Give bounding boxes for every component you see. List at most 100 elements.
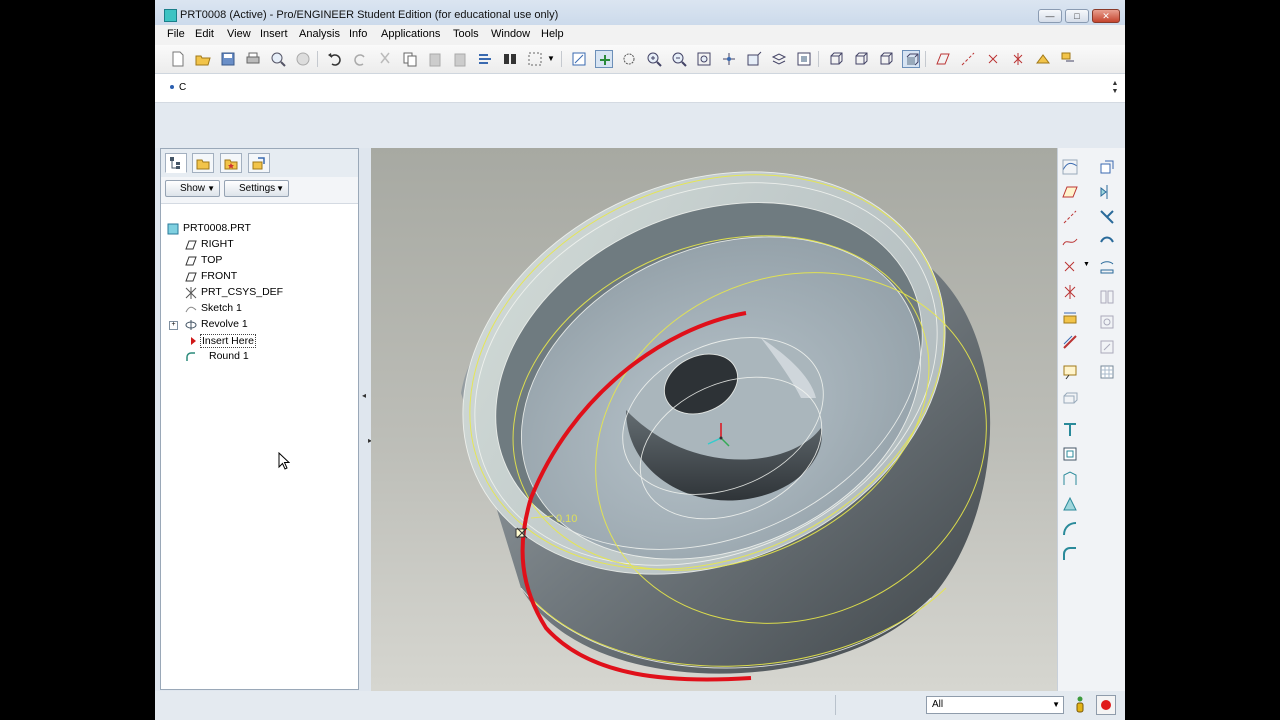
select-box-button[interactable] <box>526 50 544 68</box>
menu-file[interactable]: File <box>167 28 185 40</box>
minimize-button[interactable]: — <box>1038 9 1062 23</box>
tree-item-round[interactable]: Round 1 <box>161 349 351 365</box>
datum-plane-display-button[interactable] <box>934 50 952 68</box>
trim-tool-button[interactable] <box>1098 233 1116 251</box>
settings-button[interactable]: Settings ▼ <box>224 180 289 197</box>
expand-icon[interactable]: + <box>169 321 178 330</box>
datum-axis-display-button[interactable] <box>959 50 977 68</box>
regenerate-button[interactable] <box>476 50 494 68</box>
save-button[interactable] <box>219 50 237 68</box>
paste-special-button[interactable] <box>451 50 469 68</box>
print-button[interactable] <box>244 50 262 68</box>
redo-button[interactable] <box>351 50 369 68</box>
datum-curve-tool-button[interactable] <box>1061 233 1079 251</box>
menu-tools[interactable]: Tools <box>453 28 479 40</box>
csys-tool-button[interactable] <box>1061 283 1079 301</box>
find-button[interactable] <box>501 50 519 68</box>
show-button[interactable]: Show ▼ <box>165 180 220 197</box>
chevron-down-icon[interactable]: ▼ <box>547 54 555 63</box>
cut-button[interactable] <box>376 50 394 68</box>
annotation-display-button[interactable] <box>1034 50 1052 68</box>
tree-item-right[interactable]: RIGHT <box>161 237 351 253</box>
analysis-tool-button[interactable] <box>1061 308 1079 326</box>
merge-tool-button[interactable] <box>1098 208 1116 226</box>
extend-tool-button[interactable] <box>1098 258 1116 276</box>
menu-insert[interactable]: Insert <box>260 28 288 40</box>
graphics-viewport[interactable]: 0.10 <box>371 148 1057 691</box>
print-preview-button[interactable] <box>269 50 287 68</box>
layers-button[interactable] <box>770 50 788 68</box>
paste-button[interactable] <box>426 50 444 68</box>
close-button[interactable]: ✕ <box>1092 9 1120 23</box>
round-tool-button[interactable] <box>1061 545 1079 563</box>
spin-center-button[interactable] <box>595 50 613 68</box>
datum-axis-tool-button[interactable] <box>1061 208 1079 226</box>
menu-info[interactable]: Info <box>349 28 367 40</box>
tree-item-label: PRT_CSYS_DEF <box>201 286 284 298</box>
message-scroll-arrows[interactable]: ▲ ▼ <box>1111 80 1119 96</box>
orient-mode-button[interactable] <box>620 50 638 68</box>
selection-filter-select[interactable]: All ▼ <box>926 696 1064 714</box>
shading-button[interactable] <box>902 50 920 68</box>
tree-item-csys[interactable]: PRT_CSYS_DEF <box>161 285 351 301</box>
open-file-button[interactable] <box>194 50 212 68</box>
rib-tool-button[interactable] <box>1061 495 1079 513</box>
tree-item-revolve[interactable]: + Revolve 1 <box>161 317 351 333</box>
thicken-tool-button[interactable] <box>1098 313 1116 331</box>
repaint-button[interactable] <box>570 50 588 68</box>
project-tool-button[interactable] <box>1098 363 1116 381</box>
reorient-button[interactable] <box>720 50 738 68</box>
chevron-left-icon[interactable]: ◂ <box>362 391 366 400</box>
csys-display-button[interactable] <box>1009 50 1027 68</box>
no-hidden-button[interactable] <box>877 50 895 68</box>
pattern-tool-button[interactable] <box>1061 333 1079 351</box>
select-filter-button[interactable] <box>1059 50 1077 68</box>
wireframe-button[interactable] <box>827 50 845 68</box>
draft-tool-button[interactable] <box>1061 520 1079 538</box>
mirror-tool-button[interactable] <box>1098 183 1116 201</box>
offset-tool-button[interactable] <box>1098 288 1116 306</box>
tree-item-front[interactable]: FRONT <box>161 269 351 285</box>
zoom-in-button[interactable] <box>645 50 663 68</box>
tree-item-sketch[interactable]: Sketch 1 <box>161 301 351 317</box>
refit-button[interactable] <box>695 50 713 68</box>
menu-window[interactable]: Window <box>491 28 530 40</box>
tab-connections[interactable] <box>248 153 270 173</box>
tree-item-top[interactable]: TOP <box>161 253 351 269</box>
navigator-splitter[interactable]: ◂ ▸ <box>359 148 372 690</box>
menu-applications[interactable]: Applications <box>381 28 440 40</box>
extrude-tool-button[interactable] <box>1061 388 1079 406</box>
undo-button[interactable] <box>326 50 344 68</box>
revolve-tool-button[interactable] <box>1061 420 1079 438</box>
tab-model-tree[interactable] <box>165 153 187 173</box>
tree-item-part[interactable]: PRT0008.PRT <box>161 221 351 237</box>
new-file-button[interactable] <box>169 50 187 68</box>
maximize-button[interactable]: □ <box>1065 9 1089 23</box>
view-manager-button[interactable] <box>795 50 813 68</box>
shell-tool-button[interactable] <box>1061 470 1079 488</box>
menu-help[interactable]: Help <box>541 28 564 40</box>
datum-point-tool-button[interactable] <box>1061 258 1079 276</box>
datum-point-display-button[interactable] <box>984 50 1002 68</box>
tree-item-label: TOP <box>201 254 223 266</box>
tab-folder-browser[interactable] <box>192 153 214 173</box>
saved-views-button[interactable] <box>745 50 763 68</box>
sketch-tool-button[interactable] <box>1061 158 1079 176</box>
chevron-down-icon[interactable]: ▼ <box>1083 261 1090 268</box>
menu-edit[interactable]: Edit <box>195 28 214 40</box>
menu-analysis[interactable]: Analysis <box>299 28 340 40</box>
zoom-out-button[interactable] <box>670 50 688 68</box>
stop-button[interactable] <box>1096 695 1116 715</box>
note-tool-button[interactable] <box>1061 363 1079 381</box>
tree-item-label: Revolve 1 <box>201 318 248 330</box>
datum-plane-tool-button[interactable] <box>1061 183 1079 201</box>
solidify-tool-button[interactable] <box>1098 338 1116 356</box>
tab-favorites[interactable] <box>220 153 242 173</box>
hole-tool-button[interactable] <box>1061 445 1079 463</box>
hidden-line-button[interactable] <box>852 50 870 68</box>
copy-button[interactable] <box>401 50 419 68</box>
send-mail-button[interactable] <box>294 50 312 68</box>
tree-item-insert-here[interactable]: Insert Here <box>161 333 351 349</box>
menu-view[interactable]: View <box>227 28 251 40</box>
copy-feature-button[interactable] <box>1098 158 1116 176</box>
